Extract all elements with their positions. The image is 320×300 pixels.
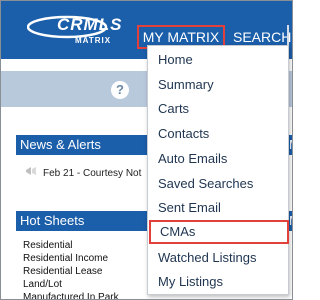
menu-item-home[interactable]: Home xyxy=(148,48,288,72)
list-item[interactable]: Manufactured In Park xyxy=(23,291,119,299)
my-matrix-dropdown: Home Summary Carts Contacts Auto Emails … xyxy=(147,45,289,295)
list-item[interactable]: Land/Lot xyxy=(23,278,119,291)
hot-sheets-list: Residential Residential Income Residenti… xyxy=(23,239,119,299)
list-item[interactable]: Residential Income xyxy=(23,252,119,265)
megaphone-icon xyxy=(26,167,36,175)
menu-item-my-listings[interactable]: My Listings xyxy=(148,270,288,294)
nav-search[interactable]: SEARCH xyxy=(233,27,291,47)
menu-item-watched-listings[interactable]: Watched Listings xyxy=(148,246,288,270)
menu-item-saved-searches[interactable]: Saved Searches xyxy=(148,172,288,196)
menu-item-auto-emails[interactable]: Auto Emails xyxy=(148,147,288,171)
menu-item-summary[interactable]: Summary xyxy=(148,73,288,97)
list-item[interactable]: Residential Lease xyxy=(23,265,119,278)
right-panel-header: M xyxy=(289,135,292,155)
right-panel-header-2: M xyxy=(289,211,292,231)
menu-item-carts[interactable]: Carts xyxy=(148,97,288,121)
logo-text: CRMLS xyxy=(57,15,123,34)
list-item[interactable]: Residential xyxy=(23,239,119,252)
menu-item-sent-email[interactable]: Sent Email xyxy=(148,196,288,220)
news-alerts-header: News & Alerts xyxy=(16,135,149,155)
help-icon[interactable]: ? xyxy=(111,81,129,99)
app-window: CRMLS MATRIX MY MATRIX SEARCH ? News & A… xyxy=(0,0,293,300)
news-item-text: Feb 21 - Courtesy Not xyxy=(43,168,142,179)
menu-item-contacts[interactable]: Contacts xyxy=(148,122,288,146)
hot-sheets-header: Hot Sheets xyxy=(16,211,149,231)
crmls-matrix-logo[interactable]: CRMLS MATRIX xyxy=(27,15,123,51)
news-item[interactable]: Feb 21 - Courtesy Not xyxy=(25,166,141,179)
logo-subtext: MATRIX xyxy=(75,36,112,45)
menu-item-cmas[interactable]: CMAs xyxy=(149,220,289,244)
